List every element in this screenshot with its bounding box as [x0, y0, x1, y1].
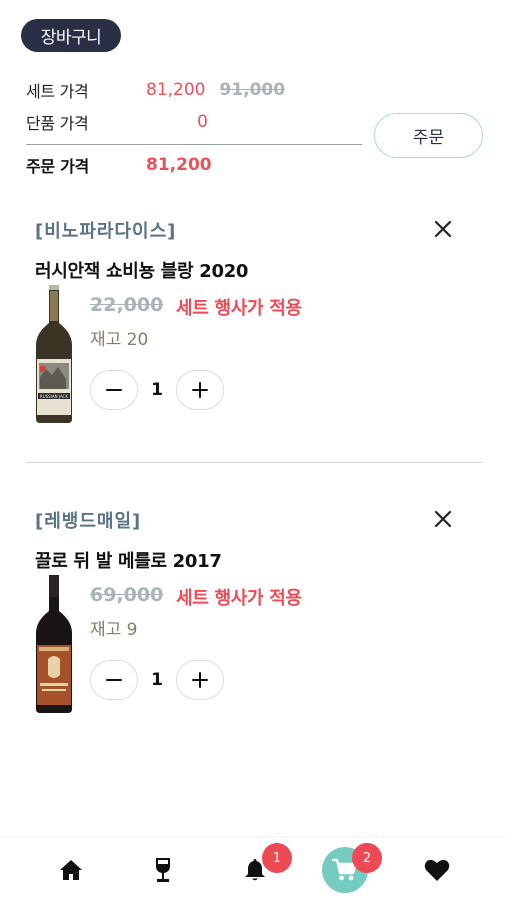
wine-bottle-image: RUSSIAN JACK — [36, 285, 72, 423]
minus-icon — [106, 389, 122, 391]
increase-quantity-button[interactable] — [176, 660, 224, 700]
summary-divider — [26, 144, 362, 145]
unit-price-value: 0 — [197, 112, 208, 132]
remove-item-button[interactable] — [430, 506, 456, 532]
stock-count: 재고 9 — [90, 620, 138, 640]
cart-item: [레뱅드매일] 끌로 뒤 발 메를로 2017 69,000 세트 행사가 적용… — [0, 500, 507, 750]
nav-home[interactable] — [57, 856, 85, 884]
remove-item-button[interactable] — [430, 216, 456, 242]
increase-quantity-button[interactable] — [176, 370, 224, 410]
svg-text:RUSSIAN JACK: RUSSIAN JACK — [40, 394, 69, 399]
notification-count-badge: 1 — [262, 843, 292, 873]
order-button[interactable]: 주문 — [374, 113, 483, 158]
stock-count: 재고 20 — [90, 330, 149, 350]
home-icon — [60, 860, 82, 880]
decrease-quantity-button[interactable] — [90, 660, 138, 700]
wine-bottle-image — [36, 575, 72, 713]
plus-icon — [192, 672, 208, 688]
cart-item: [비노파라다이스] 러시안잭 쇼비뇽 블랑 2020 RUSSIAN JACK … — [0, 210, 507, 460]
cart-count-badge: 2 — [352, 843, 382, 873]
plus-icon — [192, 382, 208, 398]
winery-name: [레뱅드매일] — [35, 511, 142, 532]
page-title: 장바구니 — [21, 19, 121, 52]
promo-label: 세트 행사가 적용 — [176, 588, 302, 609]
promo-label: 세트 행사가 적용 — [176, 298, 302, 319]
price-summary: 세트 가격 81,200 91,000 단품 가격 0 주문 가격 81,200 — [26, 74, 362, 181]
set-price-label: 세트 가격 — [26, 82, 89, 101]
item-divider — [26, 462, 483, 463]
total-price-label: 주문 가격 — [26, 157, 89, 176]
original-price: 22,000 — [90, 294, 164, 316]
total-price-row: 주문 가격 81,200 — [26, 149, 362, 181]
quantity-value: 1 — [151, 380, 163, 400]
total-price-value: 81,200 — [146, 155, 212, 175]
close-icon — [434, 220, 452, 238]
set-price-original: 91,000 — [219, 80, 286, 100]
wine-name: 러시안잭 쇼비뇽 블랑 2020 — [35, 261, 249, 282]
nav-wine[interactable] — [149, 856, 177, 884]
heart-icon — [424, 859, 450, 881]
quantity-value: 1 — [151, 670, 163, 690]
unit-price-row: 단품 가격 0 — [26, 106, 362, 138]
wine-glass-icon — [156, 858, 170, 882]
set-price-value: 81,200 — [146, 80, 206, 100]
wine-name: 끌로 뒤 발 메를로 2017 — [35, 551, 222, 572]
decrease-quantity-button[interactable] — [90, 370, 138, 410]
winery-name: [비노파라다이스] — [35, 221, 177, 242]
nav-favorites[interactable] — [423, 856, 451, 884]
set-price-row: 세트 가격 81,200 91,000 — [26, 74, 362, 106]
minus-icon — [106, 679, 122, 681]
original-price: 69,000 — [90, 584, 164, 606]
unit-price-label: 단품 가격 — [26, 114, 89, 133]
bottom-navigation — [0, 838, 507, 900]
close-icon — [434, 510, 452, 528]
